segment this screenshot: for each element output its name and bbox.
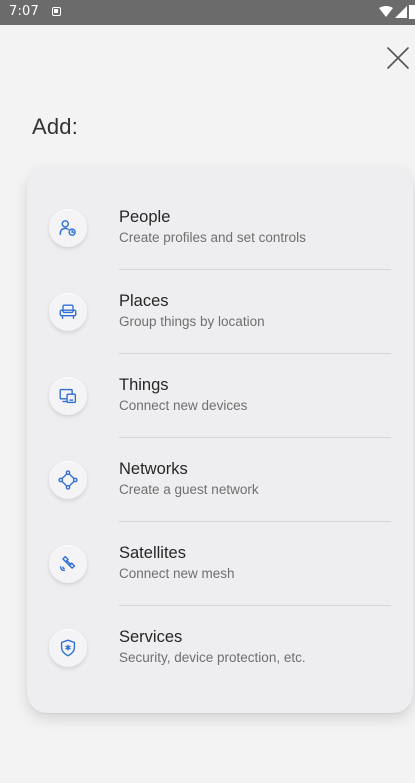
people-icon bbox=[59, 220, 76, 236]
item-subtitle: Create a guest network bbox=[119, 482, 259, 497]
item-subtitle: Create profiles and set controls bbox=[119, 230, 306, 245]
add-people-item[interactable]: People Create profiles and set controls bbox=[27, 185, 413, 269]
shield-icon bbox=[60, 639, 76, 657]
wifi-icon bbox=[379, 6, 393, 17]
item-label: Networks bbox=[119, 460, 188, 478]
satellite-icon bbox=[59, 555, 76, 572]
satellites-icon-circle bbox=[49, 545, 87, 583]
item-label: Services bbox=[119, 628, 183, 646]
people-icon-circle bbox=[49, 209, 87, 247]
networks-icon-circle bbox=[49, 461, 87, 499]
things-icon-circle bbox=[49, 377, 87, 415]
add-places-item[interactable]: Places Group things by location bbox=[27, 269, 413, 353]
item-subtitle: Connect new mesh bbox=[119, 566, 235, 581]
add-things-item[interactable]: Things Connect new devices bbox=[27, 353, 413, 437]
places-icon-circle bbox=[49, 293, 87, 331]
item-label: Satellites bbox=[119, 544, 186, 562]
add-networks-item[interactable]: Networks Create a guest network bbox=[27, 437, 413, 521]
signal-icon bbox=[395, 6, 407, 18]
status-bar: 7:07 bbox=[0, 0, 415, 25]
services-icon-circle bbox=[49, 629, 87, 667]
close-button[interactable] bbox=[384, 44, 412, 72]
item-label: People bbox=[119, 208, 171, 226]
add-satellites-item[interactable]: Satellites Connect new mesh bbox=[27, 521, 413, 605]
battery-icon bbox=[409, 5, 415, 19]
network-icon bbox=[58, 470, 78, 490]
item-subtitle: Group things by location bbox=[119, 314, 265, 329]
close-icon bbox=[387, 47, 409, 69]
devices-icon bbox=[59, 388, 77, 404]
sofa-icon bbox=[59, 304, 77, 319]
item-label: Places bbox=[119, 292, 169, 310]
add-options-card: People Create profiles and set controls … bbox=[27, 167, 413, 713]
notification-icon bbox=[52, 7, 61, 16]
page-title: Add: bbox=[32, 114, 79, 139]
item-subtitle: Connect new devices bbox=[119, 398, 248, 413]
item-subtitle: Security, device protection, etc. bbox=[119, 650, 306, 665]
item-label: Things bbox=[119, 376, 169, 394]
add-services-item[interactable]: Services Security, device protection, et… bbox=[27, 605, 413, 689]
status-time: 7:07 bbox=[9, 4, 39, 19]
